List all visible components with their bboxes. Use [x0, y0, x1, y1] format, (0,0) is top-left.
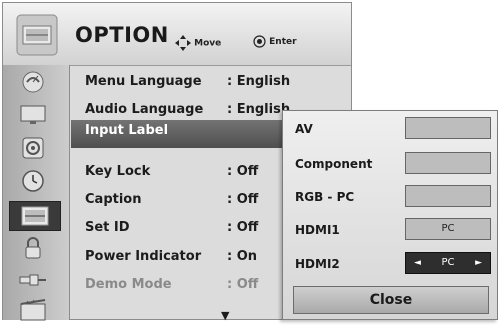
demo-mode-label: Demo Mode: [85, 277, 172, 292]
menu-language-row[interactable]: Menu Language : English: [75, 70, 345, 94]
dpad-arrows-icon: [175, 35, 191, 51]
move-hint: Move: [175, 35, 221, 51]
rgb-pc-label-field[interactable]: [405, 185, 491, 207]
satellite-dish-icon[interactable]: [18, 70, 48, 94]
av-label: AV: [295, 122, 313, 136]
media-film-icon[interactable]: [18, 299, 48, 323]
set-id-label: Set ID: [85, 220, 130, 235]
input-label-popup: AV Component RGB - PC HDMI1 PC HDMI2 ◄ P…: [282, 110, 498, 320]
power-indicator-label: Power Indicator: [85, 249, 202, 264]
hdmi1-label-field[interactable]: PC: [405, 218, 491, 240]
av-label-field[interactable]: [405, 117, 491, 139]
right-arrow-icon[interactable]: ►: [475, 253, 482, 273]
input-label-row-hdmi1[interactable]: HDMI1 PC: [283, 215, 497, 245]
scroll-down-indicator[interactable]: ▼: [221, 309, 229, 322]
caption-label: Caption: [85, 192, 142, 207]
move-hint-label: Move: [194, 38, 222, 49]
demo-mode-value: : Off: [227, 277, 259, 292]
power-indicator-value: : On: [227, 249, 258, 264]
input-label-row-rgb-pc[interactable]: RGB - PC: [283, 182, 497, 212]
input-label-row-hdmi2[interactable]: HDMI2 ◄ PC ►: [283, 249, 497, 279]
enter-hint: Enter: [253, 35, 297, 48]
close-button[interactable]: Close: [293, 286, 489, 314]
hdmi1-label: HDMI1: [295, 223, 340, 237]
component-label-field[interactable]: [405, 152, 491, 174]
input-label-label: Input Label: [85, 123, 169, 138]
key-lock-value: : Off: [227, 164, 259, 179]
input-plug-icon[interactable]: [18, 268, 48, 292]
menu-header: OPTION Move Enter: [3, 3, 351, 66]
input-label-row-av[interactable]: AV: [283, 114, 497, 144]
menu-language-value: : English: [227, 74, 291, 89]
enter-hint-label: Enter: [269, 37, 297, 47]
option-menu-icon: [15, 13, 59, 57]
hdmi2-label-value: PC: [441, 257, 455, 268]
menu-language-label: Menu Language: [85, 74, 202, 89]
component-label: Component: [295, 157, 373, 171]
monitor-icon[interactable]: [18, 103, 48, 127]
rgb-pc-label: RGB - PC: [295, 190, 355, 204]
audio-language-value: : English: [227, 102, 291, 117]
left-arrow-icon[interactable]: ◄: [414, 253, 421, 273]
key-lock-label: Key Lock: [85, 164, 151, 179]
set-id-value: : Off: [227, 220, 259, 235]
ok-circle-icon: [253, 35, 266, 48]
category-sidebar: [3, 65, 70, 323]
hdmi2-label: HDMI2: [295, 257, 340, 271]
menu-title: OPTION: [75, 23, 169, 47]
option-menu-icon[interactable]: [9, 201, 61, 231]
input-label-row-component[interactable]: Component: [283, 149, 497, 179]
clock-icon[interactable]: [18, 169, 48, 193]
caption-value: : Off: [227, 192, 259, 207]
audio-language-label: Audio Language: [85, 102, 204, 117]
lock-icon[interactable]: [18, 236, 48, 260]
speaker-icon[interactable]: [18, 136, 48, 160]
hdmi2-label-selector[interactable]: ◄ PC ►: [405, 252, 491, 274]
